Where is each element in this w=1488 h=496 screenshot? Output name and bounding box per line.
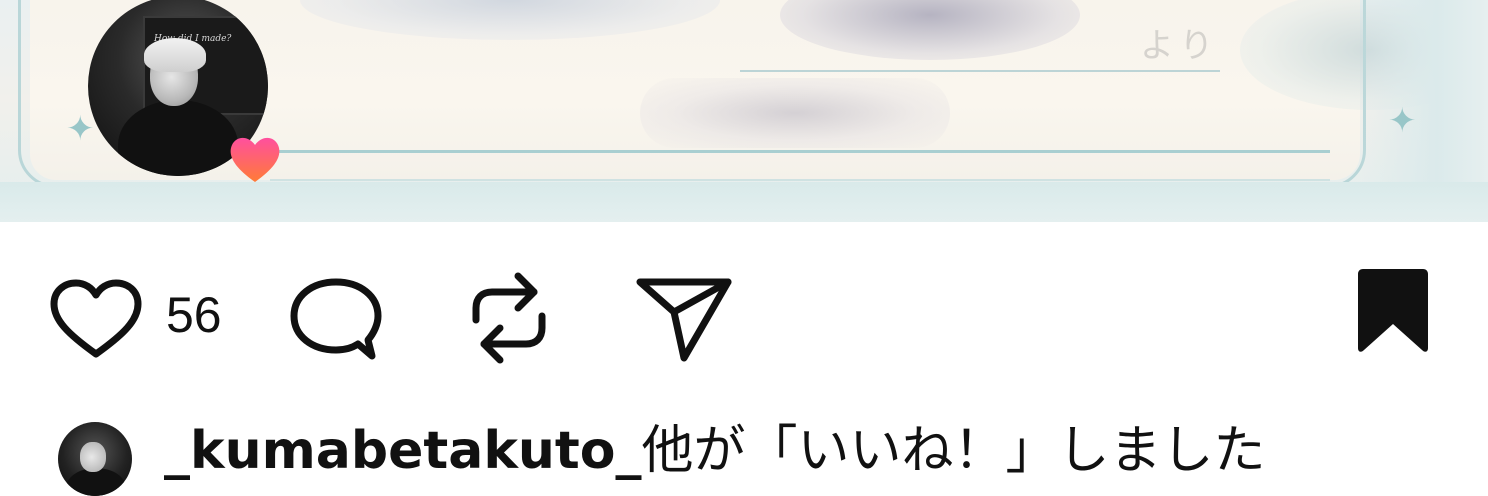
liker-avatar-body (66, 468, 126, 496)
liker-avatar[interactable] (58, 422, 132, 496)
avatar-hair (144, 38, 206, 72)
author-avatar[interactable]: How did I made? (88, 0, 280, 182)
like-count[interactable]: 56 (166, 290, 222, 340)
liked-by-text: _kumabetakuto_他が「いいね！」しました (164, 420, 1266, 482)
post-screen: より ✦ ✦ How did I made? 56 _kumabetakuto_… (0, 0, 1488, 496)
bookmark-filled-icon[interactable] (1352, 266, 1434, 354)
liked-by-suffix: 他が「いいね！」しました (641, 421, 1266, 481)
liked-by-row[interactable]: _kumabetakuto_他が「いいね！」しました (58, 418, 1488, 496)
image-bottom-edge (0, 182, 1488, 222)
send-icon[interactable] (634, 276, 734, 364)
sparkle-icon: ✦ (1388, 101, 1417, 141)
image-line (740, 70, 1220, 72)
heart-icon (230, 137, 280, 182)
liker-username[interactable]: _kumabetakuto_ (164, 421, 642, 481)
repost-icon[interactable] (466, 268, 552, 368)
comment-icon[interactable] (288, 276, 384, 368)
image-frame-inner (270, 150, 1330, 181)
liker-avatar-face (80, 442, 106, 472)
image-overlay-text: より (1140, 26, 1220, 66)
heart-outline-icon[interactable] (48, 278, 144, 362)
image-smudge (640, 78, 950, 148)
